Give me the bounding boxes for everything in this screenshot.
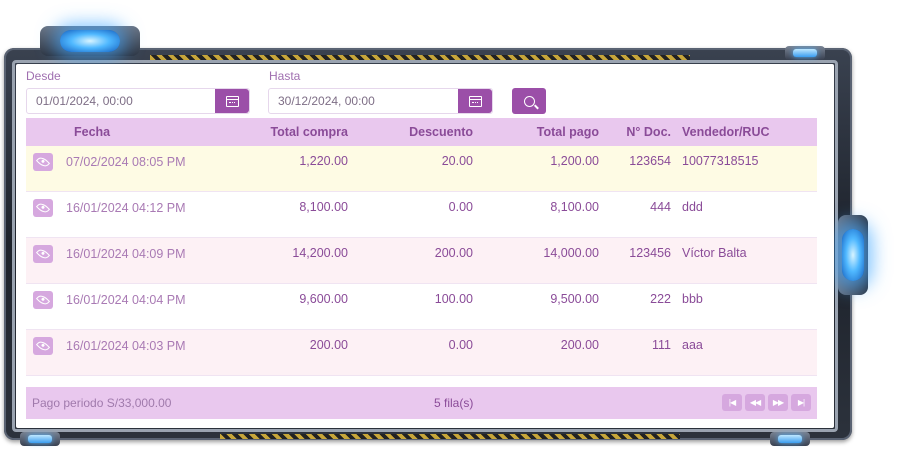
pagination: |◀ ◀◀ ▶▶ ▶| xyxy=(722,394,811,411)
period-total: Pago periodo S/33,000.00 xyxy=(32,396,172,410)
view-button[interactable] xyxy=(33,245,53,263)
last-page-icon: ▶| xyxy=(797,398,805,407)
first-page-button[interactable]: |◀ xyxy=(722,394,742,411)
cell-total-pago: 8,100.00 xyxy=(550,200,599,214)
row-count: 5 fila(s) xyxy=(434,396,474,410)
glow-capsule-top xyxy=(40,26,140,56)
table-row[interactable]: 16/01/2024 04:12 PM 8,100.00 0.00 8,100.00 4… xyxy=(26,192,817,238)
search-button[interactable] xyxy=(512,88,546,114)
eye-icon xyxy=(35,200,51,216)
purchases-panel: Desde Hasta Fecha Total compra Descuento… xyxy=(16,64,834,428)
cell-vendedor: 10077318515 xyxy=(682,154,759,168)
calendar-icon xyxy=(225,95,239,107)
cell-doc: 123456 xyxy=(629,246,671,260)
table-footer: Pago periodo S/33,000.00 5 fila(s) |◀ ◀◀… xyxy=(26,387,817,419)
header-descuento[interactable]: Descuento xyxy=(348,125,473,139)
cell-vendedor: aaa xyxy=(682,338,703,352)
calendar-icon xyxy=(468,95,482,107)
glow-capsule-side xyxy=(838,215,868,295)
cell-fecha: 16/01/2024 04:12 PM xyxy=(66,201,186,215)
cell-total-compra: 9,600.00 xyxy=(299,292,348,306)
view-cell xyxy=(26,291,66,309)
hazard-stripe-top xyxy=(150,55,690,60)
hazard-stripe-bottom xyxy=(220,434,680,439)
eye-icon xyxy=(35,338,51,354)
view-button[interactable] xyxy=(33,199,53,217)
hasta-date-field[interactable] xyxy=(268,88,493,114)
led xyxy=(793,49,817,57)
led xyxy=(28,435,52,443)
cell-total-pago: 200.00 xyxy=(560,338,599,352)
cell-fecha: 16/01/2024 04:09 PM xyxy=(66,247,186,261)
prev-page-button[interactable]: ◀◀ xyxy=(745,394,765,411)
frame-led-bottom-right xyxy=(770,432,810,446)
cell-total-compra: 1,220.00 xyxy=(299,154,348,168)
table-row[interactable]: 16/01/2024 04:04 PM 9,600.00 100.00 9,500.0… xyxy=(26,284,817,330)
view-button[interactable] xyxy=(33,337,53,355)
search-icon xyxy=(523,95,535,107)
desde-date-field[interactable] xyxy=(26,88,250,114)
cell-doc: 222 xyxy=(650,292,671,306)
cell-descuento: 0.00 xyxy=(448,200,473,214)
header-total-pago[interactable]: Total pago xyxy=(473,125,599,139)
cell-total-pago: 9,500.00 xyxy=(550,292,599,306)
header-vendedor[interactable]: Vendedor/RUC xyxy=(671,125,811,139)
view-cell xyxy=(26,337,66,355)
cell-total-compra: 8,100.00 xyxy=(299,200,348,214)
table-header: Fecha Total compra Descuento Total pago … xyxy=(26,118,817,146)
led xyxy=(778,435,802,443)
header-fecha[interactable]: Fecha xyxy=(66,125,206,139)
purchases-table: Fecha Total compra Descuento Total pago … xyxy=(26,118,817,376)
desde-input[interactable] xyxy=(27,89,215,113)
table-row[interactable]: 16/01/2024 04:03 PM 200.00 0.00 200.00 111 aa… xyxy=(26,330,817,376)
cell-total-pago: 14,000.00 xyxy=(543,246,599,260)
glow-light xyxy=(60,30,120,52)
header-doc[interactable]: N° Doc. xyxy=(599,125,671,139)
hasta-label: Hasta xyxy=(269,69,301,83)
header-total-compra[interactable]: Total compra xyxy=(206,125,348,139)
next-page-icon: ▶▶ xyxy=(772,398,784,407)
cell-descuento: 100.00 xyxy=(434,292,473,306)
hasta-input[interactable] xyxy=(269,89,458,113)
cell-vendedor: ddd xyxy=(682,200,703,214)
eye-icon xyxy=(35,154,51,170)
cell-fecha: 16/01/2024 04:03 PM xyxy=(66,339,186,353)
frame-led-bottom-left xyxy=(20,432,60,446)
table-row[interactable]: 16/01/2024 04:09 PM 14,200.00 200.00 14,000… xyxy=(26,238,817,284)
desde-label: Desde xyxy=(26,69,61,83)
last-page-button[interactable]: ▶| xyxy=(791,394,811,411)
cell-doc: 123654 xyxy=(629,154,671,168)
prev-page-icon: ◀◀ xyxy=(749,398,761,407)
cell-total-compra: 14,200.00 xyxy=(292,246,348,260)
view-cell xyxy=(26,245,66,263)
cell-vendedor: bbb xyxy=(682,292,703,306)
table-row[interactable]: 07/02/2024 08:05 PM 1,220.00 20.00 1,200.00… xyxy=(26,146,817,192)
view-cell xyxy=(26,153,66,171)
cell-total-compra: 200.00 xyxy=(309,338,348,352)
hasta-calendar-button[interactable] xyxy=(458,89,492,113)
next-page-button[interactable]: ▶▶ xyxy=(768,394,788,411)
view-button[interactable] xyxy=(33,291,53,309)
view-button[interactable] xyxy=(33,153,53,171)
cell-descuento: 200.00 xyxy=(434,246,473,260)
desde-calendar-button[interactable] xyxy=(215,89,249,113)
cell-doc: 111 xyxy=(651,338,671,352)
cell-total-pago: 1,200.00 xyxy=(550,154,599,168)
cell-descuento: 20.00 xyxy=(441,154,473,168)
first-page-icon: |◀ xyxy=(728,398,736,407)
view-cell xyxy=(26,199,66,217)
cell-fecha: 07/02/2024 08:05 PM xyxy=(66,155,186,169)
cell-doc: 444 xyxy=(650,200,671,214)
cell-vendedor: Víctor Balta xyxy=(682,246,747,260)
eye-icon xyxy=(35,246,51,262)
frame-led-top-right xyxy=(785,46,825,60)
eye-icon xyxy=(35,292,51,308)
glow-light xyxy=(842,229,864,281)
cell-fecha: 16/01/2024 04:04 PM xyxy=(66,293,186,307)
cell-descuento: 0.00 xyxy=(448,338,473,352)
table-body: 07/02/2024 08:05 PM 1,220.00 20.00 1,200.00… xyxy=(26,146,817,376)
